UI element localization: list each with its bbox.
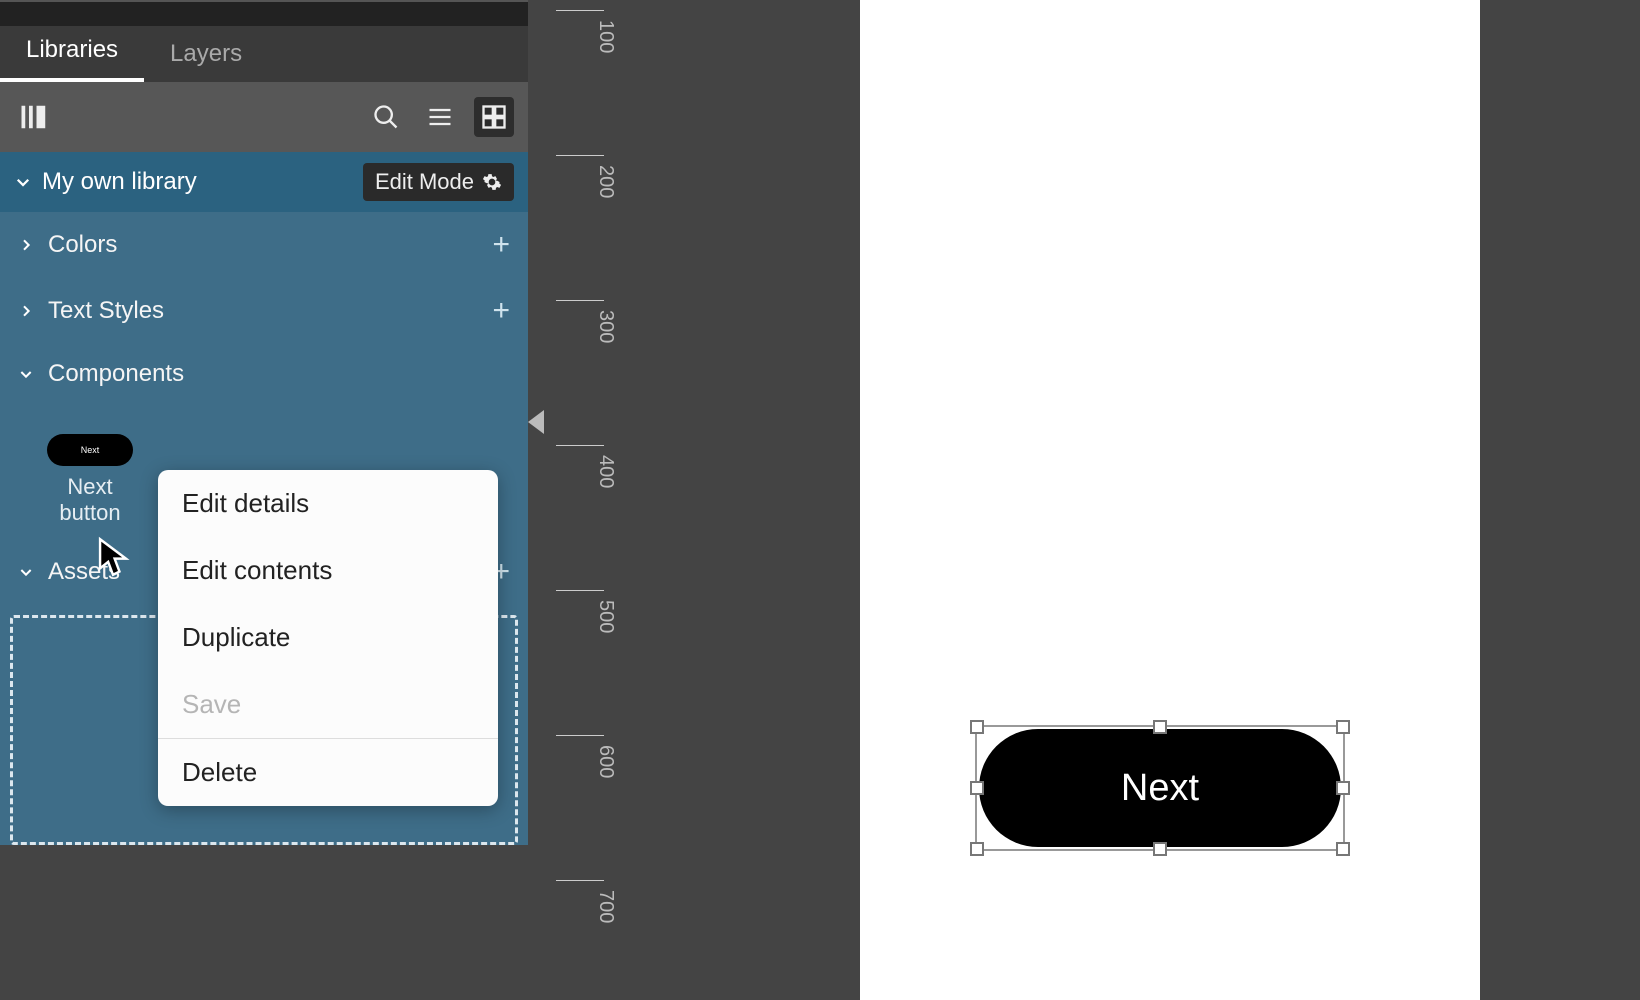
collapse-sidebar-caret[interactable] [528,410,544,434]
component-thumb-next-button[interactable]: Next Next button [40,434,140,527]
chevron-down-icon [18,366,36,382]
section-text-styles-label: Text Styles [48,297,164,325]
search-icon[interactable] [366,97,406,137]
section-components[interactable]: Components [0,344,528,404]
ruler-tick [556,155,604,156]
resize-handle-br[interactable] [1336,842,1350,856]
section-assets-label: Assets [48,558,120,586]
ruler-tick [556,10,604,11]
ruler-label: 300 [594,310,617,343]
library-toolbar [0,82,528,152]
ruler-tick [556,735,604,736]
ruler-label: 600 [594,745,617,778]
section-colors[interactable]: Colors + [0,212,528,278]
resize-handle-tl[interactable] [970,720,984,734]
ruler-tick [556,300,604,301]
chevron-down-icon [14,173,32,191]
ruler-tick [556,590,604,591]
component-context-menu: Edit details Edit contents Duplicate Sav… [158,470,498,806]
ruler-label: 700 [594,890,617,923]
ruler-label: 100 [594,20,617,53]
canvas-right-margin [1490,0,1640,1000]
ruler-tick [556,445,604,446]
component-thumb-label: Next button [40,474,140,527]
ruler-label: 400 [594,455,617,488]
section-components-label: Components [48,360,184,388]
chevron-right-icon [18,237,36,253]
library-header[interactable]: My own library Edit Mode [0,152,528,212]
context-duplicate[interactable]: Duplicate [158,604,498,671]
add-color-icon[interactable]: + [492,228,510,262]
resize-handle-bl[interactable] [970,842,984,856]
grid-view-icon[interactable] [474,97,514,137]
add-text-style-icon[interactable]: + [492,294,510,328]
context-save: Save [158,671,498,738]
edit-mode-badge[interactable]: Edit Mode [363,163,514,201]
ruler-label: 200 [594,165,617,198]
context-delete[interactable]: Delete [158,739,498,806]
resize-handle-bm[interactable] [1153,842,1167,856]
chevron-down-icon [18,564,36,580]
list-view-icon[interactable] [420,97,460,137]
section-colors-label: Colors [48,231,117,259]
resize-handle-mr[interactable] [1336,781,1350,795]
context-edit-details[interactable]: Edit details [158,470,498,537]
resize-handle-ml[interactable] [970,781,984,795]
library-panel-icon[interactable] [14,97,54,137]
gear-icon [482,172,502,192]
component-thumb-preview: Next [47,434,133,466]
resize-handle-tm[interactable] [1153,720,1167,734]
chevron-right-icon [18,303,36,319]
selection-outline [975,725,1345,851]
resize-handle-tr[interactable] [1336,720,1350,734]
edit-mode-label: Edit Mode [375,169,474,195]
panel-tabs: Libraries Layers [0,26,528,82]
tab-libraries[interactable]: Libraries [0,22,144,82]
vertical-ruler: 100 200 300 400 500 600 700 [528,0,840,1000]
component-thumb-preview-text: Next [81,445,100,455]
ruler-label: 500 [594,600,617,633]
ruler-tick [556,880,604,881]
section-text-styles[interactable]: Text Styles + [0,278,528,344]
library-name: My own library [42,168,197,196]
tab-layers[interactable]: Layers [144,26,268,82]
context-edit-contents[interactable]: Edit contents [158,537,498,604]
canvas-selected-component[interactable]: Next [975,725,1345,851]
